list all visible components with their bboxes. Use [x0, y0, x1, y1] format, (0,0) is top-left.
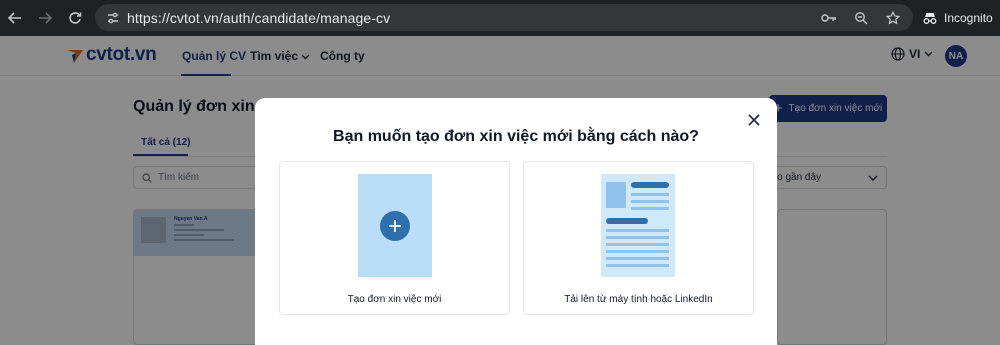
blank-document-illustration [358, 174, 432, 277]
incognito-label: Incognito [944, 11, 993, 25]
resume-document-icon [606, 182, 669, 267]
back-arrow-icon [8, 12, 21, 24]
close-icon [748, 114, 760, 126]
password-key-icon[interactable] [817, 6, 841, 30]
forward-button[interactable] [30, 0, 60, 36]
browser-toolbar: https://cvtot.vn/auth/candidate/manage-c… [0, 0, 1000, 36]
option-upload-label: Tải lên từ máy tính hoặc LinkedIn [564, 294, 713, 305]
create-cv-modal: Bạn muốn tạo đơn xin việc mới bằng cách … [255, 98, 777, 345]
bookmark-star-icon[interactable] [881, 6, 905, 30]
site-info-icon[interactable] [99, 11, 127, 25]
option-create-new-label: Tạo đơn xin việc mới [347, 294, 442, 305]
incognito-indicator[interactable]: Incognito [922, 6, 993, 30]
reload-button[interactable] [60, 0, 90, 36]
incognito-icon [923, 13, 937, 24]
close-button[interactable] [744, 110, 764, 130]
resume-document-illustration [601, 174, 675, 277]
zoom-icon[interactable] [849, 6, 873, 30]
option-upload[interactable]: Tải lên từ máy tính hoặc LinkedIn [523, 161, 754, 315]
option-create-new[interactable]: Tạo đơn xin việc mới [279, 161, 510, 315]
address-bar[interactable]: https://cvtot.vn/auth/candidate/manage-c… [95, 4, 913, 31]
plus-icon [380, 211, 410, 241]
back-button[interactable] [0, 0, 30, 36]
modal-title: Bạn muốn tạo đơn xin việc mới bằng cách … [333, 128, 699, 145]
forward-arrow-icon [39, 12, 52, 24]
url-text[interactable]: https://cvtot.vn/auth/candidate/manage-c… [127, 10, 390, 26]
reload-icon [69, 12, 82, 24]
